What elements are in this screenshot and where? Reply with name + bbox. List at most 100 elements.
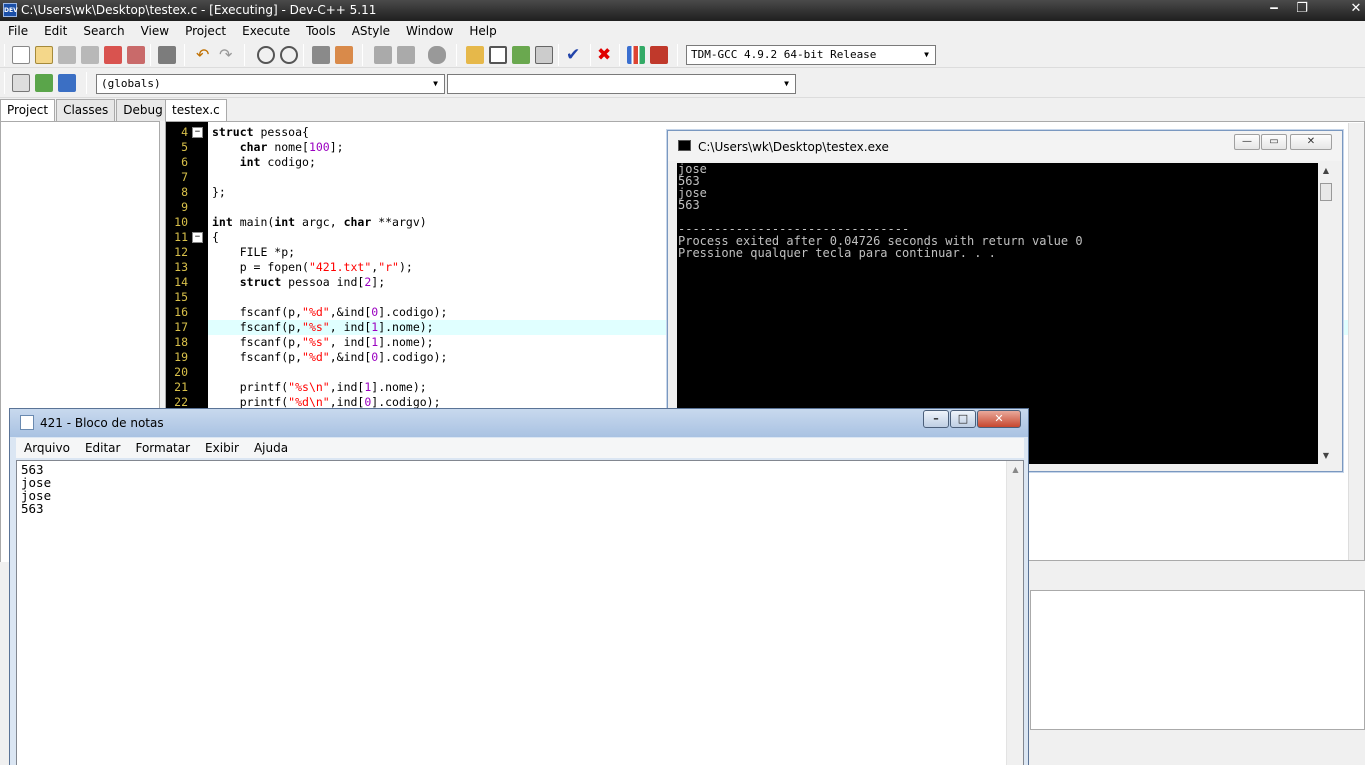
save-icon[interactable] bbox=[58, 46, 76, 64]
notepad-content[interactable]: 563 jose jose 563 bbox=[21, 463, 51, 515]
delete-profile-icon[interactable] bbox=[650, 46, 668, 64]
function-select[interactable]: ▼ bbox=[447, 74, 796, 94]
grid-icon[interactable] bbox=[535, 46, 553, 64]
notepad-menu-formatar[interactable]: Formatar bbox=[127, 438, 197, 458]
code-text: p = fopen("421.txt","r"); bbox=[212, 260, 413, 274]
compiler-select[interactable]: TDM-GCC 4.9.2 64-bit Release ▼ bbox=[686, 45, 936, 65]
notepad-titlebar[interactable]: 421 - Bloco de notas – □ ✕ bbox=[10, 409, 1028, 437]
print-icon[interactable] bbox=[158, 46, 176, 64]
code-text: printf("%s\n",ind[1].nome); bbox=[212, 380, 427, 394]
close-file-icon[interactable] bbox=[104, 46, 122, 64]
tab-project[interactable]: Project bbox=[0, 99, 56, 122]
notepad-window[interactable]: 421 - Bloco de notas – □ ✕ Arquivo Editar… bbox=[9, 408, 1029, 765]
console-line: jose bbox=[678, 163, 707, 176]
compiler-log-panel[interactable] bbox=[1030, 590, 1365, 730]
chevron-down-icon: ▼ bbox=[784, 79, 789, 88]
notepad-minimize-button[interactable]: – bbox=[923, 410, 949, 428]
notepad-menu-ajuda[interactable]: Ajuda bbox=[246, 438, 295, 458]
toggle-comment-icon[interactable] bbox=[428, 46, 446, 64]
line-number: 20 bbox=[174, 365, 188, 379]
notepad-menu-exibir[interactable]: Exibir bbox=[197, 438, 246, 458]
notepad-text-area[interactable]: 563 jose jose 563 ▲ bbox=[16, 460, 1024, 765]
notepad-menu-editar[interactable]: Editar bbox=[77, 438, 128, 458]
replace-icon[interactable] bbox=[280, 46, 298, 64]
menu-tools[interactable]: Tools bbox=[298, 21, 344, 41]
close-button[interactable]: ✕ bbox=[1342, 0, 1365, 18]
line-number: 5 bbox=[181, 140, 188, 154]
menu-search[interactable]: Search bbox=[75, 21, 132, 41]
code-text: fscanf(p,"%s", ind[1].nome); bbox=[212, 335, 434, 349]
bookmark-icon[interactable] bbox=[335, 46, 353, 64]
line-number: 10 bbox=[174, 215, 188, 229]
new-file-icon[interactable] bbox=[12, 46, 30, 64]
console-scrollbar[interactable]: ▲ ▼ bbox=[1318, 163, 1334, 464]
line-number: 21 bbox=[174, 380, 188, 394]
code-text: }; bbox=[212, 185, 226, 199]
line-number: 9 bbox=[181, 200, 188, 214]
menu-project[interactable]: Project bbox=[177, 21, 234, 41]
line-number: 11 bbox=[174, 230, 188, 244]
menu-astyle[interactable]: AStyle bbox=[344, 21, 398, 41]
unindent-icon[interactable] bbox=[397, 46, 415, 64]
code-text: fscanf(p,"%d",&ind[0].codigo); bbox=[212, 350, 448, 364]
save-all-icon[interactable] bbox=[81, 46, 99, 64]
chevron-down-icon: ▼ bbox=[433, 79, 438, 88]
stop-execution-icon[interactable]: ✖ bbox=[597, 46, 615, 64]
notepad-line: 563 bbox=[21, 501, 44, 516]
undo-icon[interactable]: ↶ bbox=[196, 46, 214, 64]
class-browser-icon[interactable] bbox=[512, 46, 530, 64]
redo-icon[interactable]: ↷ bbox=[219, 46, 237, 64]
tab-classes[interactable]: Classes bbox=[56, 99, 116, 121]
notepad-menu-arquivo[interactable]: Arquivo bbox=[16, 438, 77, 458]
fold-toggle-icon[interactable]: − bbox=[192, 232, 203, 243]
menu-execute[interactable]: Execute bbox=[234, 21, 298, 41]
scroll-down-icon[interactable]: ▼ bbox=[1318, 448, 1334, 464]
menu-edit[interactable]: Edit bbox=[36, 21, 75, 41]
menu-window[interactable]: Window bbox=[398, 21, 461, 41]
notepad-app-icon bbox=[20, 415, 34, 430]
menu-view[interactable]: View bbox=[133, 21, 177, 41]
secondary-toolbar: (globals) ▼ ▼ bbox=[0, 69, 1365, 98]
insert-icon[interactable] bbox=[12, 74, 30, 92]
notepad-close-button[interactable]: ✕ bbox=[977, 410, 1021, 428]
code-text: int codigo; bbox=[239, 155, 316, 169]
indent-icon[interactable] bbox=[374, 46, 392, 64]
console-maximize-button[interactable]: ▭ bbox=[1261, 134, 1287, 150]
profile-icon[interactable] bbox=[627, 46, 645, 64]
scroll-thumb[interactable] bbox=[1320, 183, 1332, 201]
code-text: FILE *p; bbox=[212, 245, 296, 259]
bookmark-toggle-icon[interactable] bbox=[58, 74, 76, 92]
menu-help[interactable]: Help bbox=[461, 21, 504, 41]
scroll-up-icon[interactable]: ▲ bbox=[1318, 163, 1334, 179]
new-project-icon[interactable] bbox=[466, 46, 484, 64]
devcpp-titlebar[interactable]: DEV C:\Users\wk\Desktop\testex.c - [Exec… bbox=[0, 0, 1365, 21]
fold-toggle-icon[interactable]: − bbox=[192, 127, 203, 138]
code-text: fscanf(p,"%s", ind[1].nome); bbox=[212, 320, 434, 334]
editor-scrollbar[interactable] bbox=[1348, 123, 1364, 560]
menu-file[interactable]: File bbox=[0, 21, 36, 41]
notepad-scrollbar[interactable]: ▲ bbox=[1006, 461, 1023, 765]
console-minimize-button[interactable]: — bbox=[1234, 134, 1260, 150]
find-icon[interactable] bbox=[257, 46, 275, 64]
maximize-button[interactable]: ❐ bbox=[1288, 0, 1316, 18]
line-number: 12 bbox=[174, 245, 188, 259]
goto-line-icon[interactable] bbox=[312, 46, 330, 64]
scroll-up-icon[interactable]: ▲ bbox=[1007, 461, 1024, 478]
code-text: char nome[100]; bbox=[239, 140, 344, 154]
check-syntax-icon[interactable]: ✔ bbox=[566, 46, 584, 64]
minimize-button[interactable]: ‒ bbox=[1260, 0, 1288, 18]
tab-debug[interactable]: Debug bbox=[116, 99, 170, 121]
goto-icon[interactable] bbox=[35, 74, 53, 92]
console-close-button[interactable]: ✕ bbox=[1290, 134, 1332, 150]
console-line: jose bbox=[678, 186, 707, 200]
code-text: { bbox=[212, 230, 219, 244]
tab-testex-c[interactable]: testex.c bbox=[165, 99, 227, 121]
open-file-icon[interactable] bbox=[35, 46, 53, 64]
notepad-maximize-button[interactable]: □ bbox=[950, 410, 976, 428]
window-icon[interactable] bbox=[489, 46, 507, 64]
scope-select[interactable]: (globals) ▼ bbox=[96, 74, 445, 94]
console-titlebar[interactable]: C:\Users\wk\Desktop\testex.exe — ▭ ✕ bbox=[668, 131, 1342, 161]
line-number: 4 bbox=[181, 125, 188, 139]
close-all-icon[interactable] bbox=[127, 46, 145, 64]
menu-bar: File Edit Search View Project Execute Tools ASt… bbox=[0, 21, 1365, 41]
